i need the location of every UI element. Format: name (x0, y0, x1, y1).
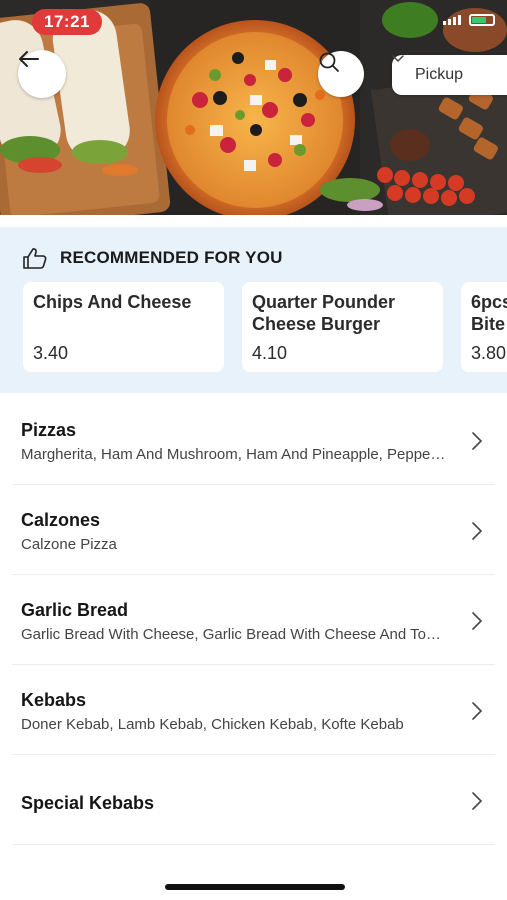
category-item[interactable]: Special Kebabs (12, 755, 495, 845)
category-item[interactable]: Pizzas Margherita, Ham And Mushroom, Ham… (12, 395, 495, 485)
recommended-header: RECOMMENDED FOR YOU (22, 247, 283, 269)
hero-banner: 17:21 Pickup (0, 0, 507, 215)
recommended-item-name: Quarter Pounder Cheese Burger (252, 292, 396, 334)
category-name: Garlic Bread (21, 600, 129, 620)
status-time: 17:21 (32, 9, 102, 35)
category-description: Margherita, Ham And Mushroom, Ham And Pi… (21, 446, 446, 463)
chevron-right-icon (472, 792, 483, 810)
recommended-item-price: 4.10 (252, 343, 288, 363)
pickup-dropdown[interactable]: Pickup (392, 55, 507, 95)
battery-icon (469, 14, 495, 26)
recommended-item-name: 6pcs Bite (471, 292, 507, 334)
category-name: Pizzas (21, 420, 77, 440)
back-button[interactable] (18, 50, 66, 98)
chevron-right-icon (472, 702, 483, 720)
category-item[interactable]: Calzones Calzone Pizza (12, 485, 495, 575)
status-icons (443, 14, 495, 26)
category-name: Kebabs (21, 690, 87, 710)
signal-icon (443, 15, 461, 25)
chevron-right-icon (472, 522, 483, 540)
recommended-card[interactable]: 6pcs Bite 3.80 (461, 282, 507, 372)
recommended-card[interactable]: Chips And Cheese 3.40 (23, 282, 224, 372)
category-name: Calzones (21, 510, 101, 530)
search-button[interactable] (318, 51, 364, 97)
recommended-section: RECOMMENDED FOR YOU Chips And Cheese 3.4… (0, 227, 507, 393)
recommended-item-price: 3.40 (33, 343, 69, 363)
recommended-title: RECOMMENDED FOR YOU (60, 248, 283, 267)
recommended-item-name: Chips And Cheese (33, 292, 192, 312)
category-description: Calzone Pizza (21, 536, 117, 553)
category-name: Special Kebabs (21, 793, 155, 813)
thumbs-up-icon (23, 248, 47, 269)
search-icon (319, 52, 339, 72)
chevron-right-icon (472, 612, 483, 630)
recommended-card[interactable]: Quarter Pounder Cheese Burger 4.10 (242, 282, 443, 372)
category-description: Garlic Bread With Cheese, Garlic Bread W… (21, 626, 446, 643)
category-item[interactable]: Garlic Bread Garlic Bread With Cheese, G… (12, 575, 495, 665)
pickup-label: Pickup (415, 66, 464, 83)
category-item[interactable]: Kebabs Doner Kebab, Lamb Kebab, Chicken … (12, 665, 495, 755)
home-indicator[interactable] (165, 884, 345, 890)
recommended-item-price: 3.80 (471, 343, 507, 363)
category-description: Doner Kebab, Lamb Kebab, Chicken Kebab, … (21, 716, 404, 733)
arrow-left-icon (19, 51, 39, 67)
chevron-right-icon (472, 432, 483, 450)
